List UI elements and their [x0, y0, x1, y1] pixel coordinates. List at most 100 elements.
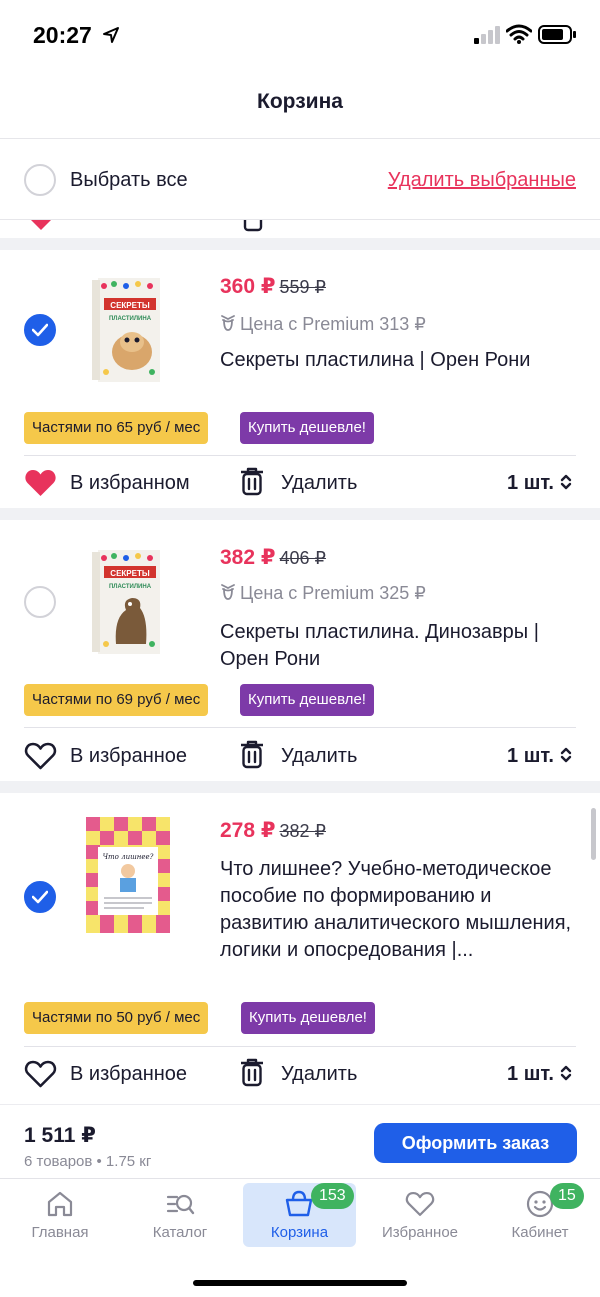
order-summary-bar: 1 511 ₽ 6 товаров • 1.75 кг Оформить зак… [0, 1104, 600, 1178]
divider [24, 727, 576, 728]
basket-icon [285, 1190, 313, 1217]
delete-button[interactable]: Удалить [281, 472, 357, 495]
chevron-down-icon [562, 220, 574, 226]
checkout-button[interactable]: Оформить заказ [374, 1123, 577, 1163]
battery-icon [538, 25, 576, 44]
price-row: 278 ₽382 ₽ [220, 818, 326, 843]
heart-filled-icon[interactable] [24, 468, 57, 498]
select-all-checkbox[interactable] [24, 164, 56, 196]
trash-icon[interactable] [240, 1057, 264, 1087]
item-actions: В избранное Удалить 1 шт. [0, 731, 600, 781]
section-gap [0, 508, 600, 520]
wifi-icon [506, 24, 532, 44]
tab-catalog[interactable]: Каталог [120, 1179, 240, 1249]
svg-text:СЕКРЕТЫ: СЕКРЕТЫ [110, 301, 150, 310]
tab-favorites[interactable]: Избранное [360, 1179, 480, 1249]
section-gap [0, 781, 600, 793]
old-price: 406 ₽ [279, 548, 326, 568]
svg-text:Что лишнее?: Что лишнее? [103, 853, 154, 861]
item-actions: В избранное Удалить 1 шт. [0, 1049, 600, 1099]
book-cover-image[interactable]: СЕКРЕТЫ ПЛАСТИЛИНА [92, 548, 164, 656]
heart-outline-icon[interactable] [24, 741, 57, 771]
tab-label: Главная [31, 1224, 89, 1241]
current-price: 382 ₽ [220, 546, 276, 569]
quantity-selector[interactable]: 1 шт. [507, 745, 572, 768]
item-select-checkbox[interactable] [24, 586, 56, 618]
item-actions: В избранном Удалить 1 шт. [0, 458, 600, 508]
cabinet-badge: 15 [550, 1183, 584, 1209]
old-price: 559 ₽ [279, 277, 326, 297]
quantity-value: 1 шт. [507, 472, 554, 494]
quantity-value: 1 шт. [507, 1063, 554, 1085]
delete-button[interactable]: Удалить [281, 745, 357, 768]
tab-home[interactable]: Главная [0, 1179, 120, 1249]
quantity-selector[interactable]: 1 шт. [507, 472, 572, 495]
buy-cheaper-badge[interactable]: Купить дешевле! [240, 684, 374, 716]
trash-icon[interactable] [240, 466, 264, 496]
current-price: 360 ₽ [220, 275, 276, 298]
chevron-up-down-icon [560, 474, 572, 490]
status-time: 20:27 [33, 22, 92, 48]
home-icon [47, 1191, 73, 1217]
checkmark-icon [32, 323, 48, 337]
location-arrow-icon [103, 27, 119, 43]
book-cover-image[interactable]: СЕКРЕТЫ ПЛАСТИЛИНА [92, 276, 164, 384]
order-total: 1 511 ₽ [24, 1124, 96, 1147]
heart-outline-icon[interactable] [24, 1059, 57, 1089]
item-select-checkbox[interactable] [24, 314, 56, 346]
tab-label: Корзина [270, 1224, 329, 1241]
trash-icon [243, 220, 263, 232]
premium-price: Цена с Premium 325 ₽ [240, 583, 426, 603]
select-all-label[interactable]: Выбрать все [70, 169, 188, 192]
installment-badge[interactable]: Частями по 65 руб / мес [24, 412, 209, 444]
heart-filled-icon [31, 220, 51, 230]
premium-price: Цена с Premium 313 ₽ [240, 314, 426, 334]
section-gap [0, 238, 600, 250]
favorite-button[interactable]: В избранное [70, 745, 187, 768]
cellular-signal-icon [474, 26, 500, 44]
select-all-row: Выбрать все Удалить выбранные [0, 139, 600, 221]
price-row: 360 ₽559 ₽ [220, 274, 326, 299]
home-indicator [193, 1280, 407, 1286]
chevron-up-down-icon [560, 1065, 572, 1081]
scrollbar[interactable] [591, 808, 596, 860]
current-price: 278 ₽ [220, 819, 276, 842]
favorite-button[interactable]: В избранное [70, 1063, 187, 1086]
tab-label: Избранное [381, 1224, 459, 1241]
cart-item: СЕКРЕТЫ ПЛАСТИЛИНА 360 ₽559 ₽ Цена с Pre… [0, 250, 600, 508]
price-row: 382 ₽406 ₽ [220, 545, 326, 570]
premium-icon [221, 584, 235, 600]
delete-button[interactable]: Удалить [281, 1063, 357, 1086]
cart-item: СЕКРЕТЫ ПЛАСТИЛИНА 382 ₽406 ₽ Цена с Pre… [0, 520, 600, 781]
svg-text:СЕКРЕТЫ: СЕКРЕТЫ [110, 569, 150, 578]
trash-icon[interactable] [240, 739, 264, 769]
chevron-up-down-icon [560, 747, 572, 763]
premium-price-row: Цена с Premium 313 ₽ [220, 314, 426, 335]
installment-badge[interactable]: Частями по 50 руб / мес [24, 1002, 209, 1034]
svg-text:ПЛАСТИЛИНА: ПЛАСТИЛИНА [109, 584, 152, 590]
page-title: Корзина [257, 90, 343, 113]
svg-text:ПЛАСТИЛИНА: ПЛАСТИЛИНА [109, 316, 152, 322]
book-cover-image[interactable]: Что лишнее? [86, 817, 170, 933]
old-price: 382 ₽ [279, 821, 326, 841]
catalog-search-icon [166, 1194, 195, 1215]
product-title[interactable]: Что лишнее? Учебно-методическое пособие … [220, 856, 580, 991]
product-title[interactable]: Секреты пластилина. Динозавры | Орен Рон… [220, 619, 580, 673]
tab-label: Каталог [152, 1224, 208, 1241]
favorite-button[interactable]: В избранном [70, 472, 190, 495]
installment-badge[interactable]: Частями по 69 руб / мес [24, 684, 209, 716]
checkmark-icon [32, 890, 48, 904]
divider [24, 455, 576, 456]
item-select-checkbox[interactable] [24, 881, 56, 913]
quantity-value: 1 шт. [507, 745, 554, 767]
cart-count-badge: 153 [311, 1183, 354, 1209]
quantity-selector[interactable]: 1 шт. [507, 1063, 572, 1086]
status-bar: 20:27 [0, 0, 600, 72]
previous-item-actions-peek [0, 220, 600, 238]
premium-icon [221, 315, 235, 331]
product-title[interactable]: Секреты пластилина | Орен Рони [220, 347, 580, 374]
buy-cheaper-badge[interactable]: Купить дешевле! [240, 412, 374, 444]
delete-selected-link[interactable]: Удалить выбранные [388, 169, 576, 192]
buy-cheaper-badge[interactable]: Купить дешевле! [241, 1002, 375, 1034]
order-meta: 6 товаров • 1.75 кг [24, 1153, 152, 1170]
